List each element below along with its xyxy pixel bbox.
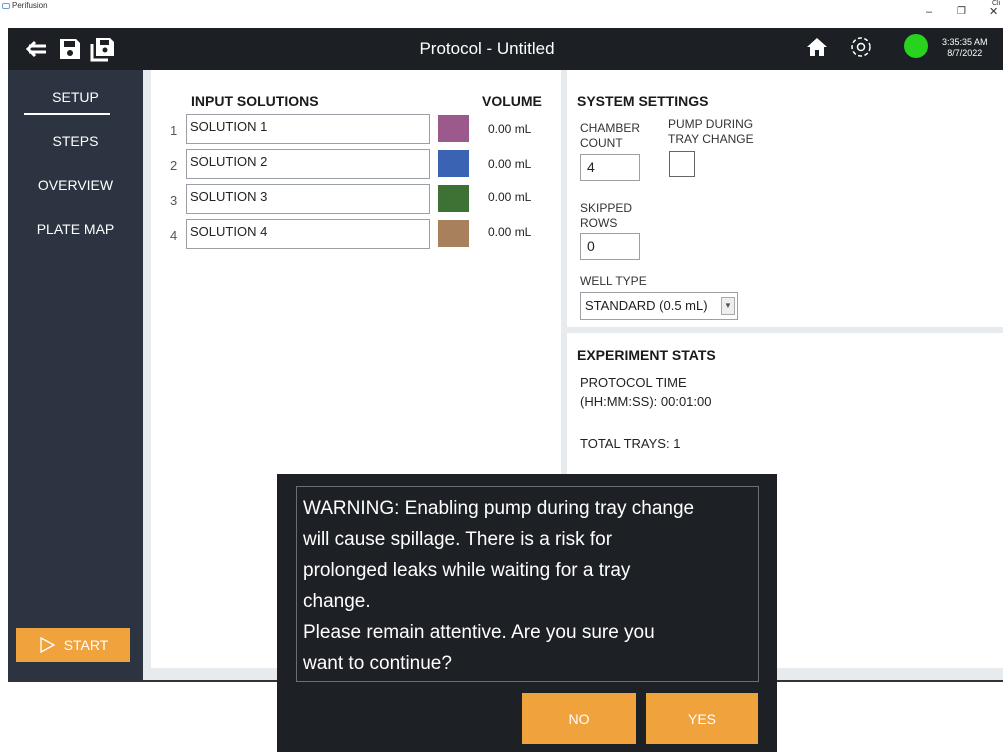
well-type-label: WELL TYPE [580, 274, 647, 288]
solution-2-name-input[interactable]: SOLUTION 2 [186, 149, 430, 179]
volume-heading: VOLUME [482, 93, 542, 109]
app-header: Protocol - Untitled 3:35:35 AM 8/7/2022 [8, 28, 1003, 70]
row-number: 3 [170, 193, 178, 208]
active-nav-underline [24, 113, 110, 115]
well-type-value: STANDARD (0.5 mL) [585, 298, 708, 313]
clock: 3:35:35 AM 8/7/2022 [942, 37, 988, 59]
skipped-rows-label-line: ROWS [580, 216, 618, 230]
warning-line: prolonged leaks while waiting for a tray [303, 560, 631, 581]
pump-label-line: PUMP DURING [668, 117, 754, 131]
solution-1-color-swatch[interactable] [438, 115, 469, 142]
gear-icon[interactable] [848, 34, 874, 60]
no-button[interactable]: NO [522, 693, 636, 744]
total-trays: TOTAL TRAYS: 1 [580, 436, 681, 451]
solution-4-color-swatch[interactable] [438, 220, 469, 247]
warning-message: WARNING: Enabling pump during tray chang… [303, 493, 755, 679]
skipped-rows-label: SKIPPED ROWS [580, 201, 632, 231]
warning-message-box: WARNING: Enabling pump during tray chang… [296, 486, 759, 682]
skipped-rows-label-line: SKIPPED [580, 201, 633, 215]
chamber-count-label-line: COUNT [580, 136, 623, 150]
solution-1-volume: 0.00 mL [488, 122, 532, 136]
home-icon[interactable] [806, 36, 828, 58]
clipped-label: Cli [992, 0, 1001, 7]
sidebar-item-overview[interactable]: OVERVIEW [8, 177, 143, 193]
warning-line: want to continue? [303, 653, 452, 674]
pump-label-line: TRAY CHANGE [668, 132, 754, 146]
chevron-down-icon[interactable]: ▼ [721, 297, 735, 315]
solution-4-volume: 0.00 mL [488, 225, 532, 239]
app-title: Perifusion [2, 1, 48, 10]
warning-dialog: WARNING: Enabling pump during tray chang… [277, 474, 777, 752]
play-icon [40, 636, 56, 654]
experiment-stats-heading: EXPERIMENT STATS [577, 347, 716, 363]
system-settings-heading: SYSTEM SETTINGS [577, 93, 709, 109]
solution-3-color-swatch[interactable] [438, 185, 469, 212]
window-bottom-border [8, 680, 277, 682]
chamber-count-label-line: CHAMBER [580, 121, 641, 135]
warning-line: change. [303, 591, 371, 612]
warning-line: will cause spillage. There is a risk for [303, 529, 613, 550]
pump-during-tray-change-label: PUMP DURING TRAY CHANGE [668, 117, 754, 147]
pump-during-tray-change-checkbox[interactable] [669, 151, 695, 177]
minimize-button[interactable]: – [926, 6, 932, 18]
chamber-count-input[interactable]: 4 [580, 154, 640, 181]
solution-2-volume: 0.00 mL [488, 157, 532, 171]
sidebar-item-steps[interactable]: STEPS [8, 133, 143, 149]
clock-time: 3:35:35 AM [942, 37, 988, 47]
clock-date: 8/7/2022 [947, 48, 983, 58]
row-number: 2 [170, 158, 178, 173]
solution-1-name-input[interactable]: SOLUTION 1 [186, 114, 430, 144]
sidebar-item-plate-map[interactable]: PLATE MAP [8, 221, 143, 237]
restore-button[interactable]: ❐ [957, 6, 966, 17]
protocol-time-value: (HH:MM:SS): 00:01:00 [580, 394, 712, 409]
protocol-time-label: PROTOCOL TIME [580, 375, 687, 390]
start-button[interactable]: START [16, 628, 130, 662]
warning-line: WARNING: Enabling pump during tray chang… [303, 498, 695, 519]
input-solutions-heading: INPUT SOLUTIONS [191, 93, 319, 109]
window-bottom-border [777, 680, 1003, 682]
app-icon [2, 2, 10, 9]
row-number: 4 [170, 228, 178, 243]
chamber-count-label: CHAMBER COUNT [580, 121, 640, 151]
row-number: 1 [170, 123, 178, 138]
start-label: START [63, 637, 109, 653]
solution-2-color-swatch[interactable] [438, 150, 469, 177]
skipped-rows-input[interactable]: 0 [580, 233, 640, 260]
sidebar-nav: SETUP STEPS OVERVIEW PLATE MAP [8, 70, 143, 680]
protocol-time: PROTOCOL TIME (HH:MM:SS): 00:01:00 [580, 373, 712, 411]
app-name: Perifusion [12, 1, 48, 10]
yes-button[interactable]: YES [646, 693, 758, 744]
sidebar-item-setup[interactable]: SETUP [8, 89, 143, 105]
solution-4-name-input[interactable]: SOLUTION 4 [186, 219, 430, 249]
well-type-select[interactable]: STANDARD (0.5 mL) ▼ [580, 292, 738, 320]
warning-line: Please remain attentive. Are you sure yo… [303, 622, 655, 643]
solution-3-volume: 0.00 mL [488, 190, 532, 204]
window-titlebar: Perifusion – ❐ ✕ Cli [0, 0, 1003, 28]
connection-status-indicator [904, 34, 928, 58]
solution-3-name-input[interactable]: SOLUTION 3 [186, 184, 430, 214]
